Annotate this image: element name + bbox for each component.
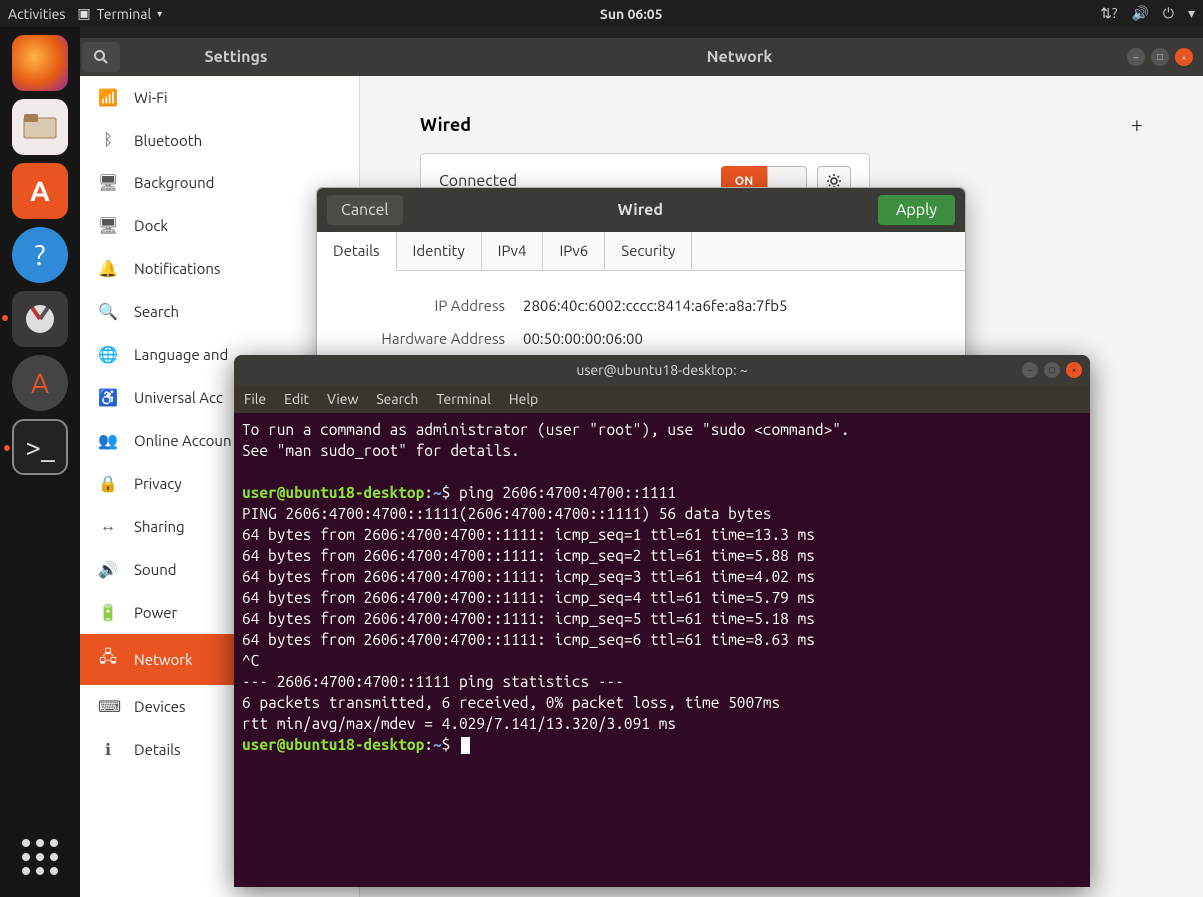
search-icon: 🔍 bbox=[98, 302, 118, 321]
cancel-button[interactable]: Cancel bbox=[327, 195, 403, 225]
wired-dialog-header: Cancel Wired Apply bbox=[317, 188, 965, 232]
notifications-icon: 🔔 bbox=[98, 259, 118, 278]
wi-fi-icon: 📶 bbox=[98, 88, 118, 107]
sidebar-item-label: Background bbox=[134, 174, 214, 191]
menu-view[interactable]: View bbox=[327, 391, 358, 407]
wired-dialog-tabs: DetailsIdentityIPv4IPv6Security bbox=[317, 232, 965, 271]
volume-icon[interactable]: 🔊 bbox=[1131, 5, 1148, 22]
wired-settings-dialog: Cancel Wired Apply DetailsIdentityIPv4IP… bbox=[316, 187, 966, 374]
terminal-cursor bbox=[461, 737, 470, 754]
sidebar-item-label: Privacy bbox=[134, 475, 182, 492]
dock-app-firefox[interactable] bbox=[12, 35, 68, 91]
dock-app-updater[interactable]: A bbox=[12, 355, 68, 411]
dock-app-software[interactable]: A bbox=[12, 163, 68, 219]
online-accoun-icon: 👥 bbox=[98, 431, 118, 450]
sidebar-item-label: Online Accoun bbox=[134, 432, 232, 449]
show-applications-button[interactable] bbox=[20, 837, 60, 877]
detail-row: IP Address 2806:40c:6002:cccc:8414:a6fe:a… bbox=[345, 289, 937, 322]
add-wired-button[interactable]: + bbox=[1131, 112, 1143, 137]
dock-icon: 🖥 bbox=[98, 216, 118, 235]
terminal-window: user@ubuntu18-desktop: ~ – □ × File Edit V… bbox=[234, 355, 1090, 887]
sidebar-item-label: Search bbox=[134, 303, 179, 320]
terminal-icon: ▣ bbox=[77, 5, 90, 22]
wired-section-title: Wired bbox=[420, 115, 471, 135]
language-and-icon: 🌐 bbox=[98, 345, 118, 364]
sidebar-item-label: Network bbox=[134, 651, 193, 668]
sidebar-item-label: Devices bbox=[134, 698, 186, 715]
power-icon[interactable]: ⏻ bbox=[1163, 5, 1174, 22]
app-menu[interactable]: ▣ Terminal ▾ bbox=[77, 5, 162, 22]
clock[interactable]: Sun 06:05 bbox=[162, 6, 1100, 22]
menu-help[interactable]: Help bbox=[509, 391, 538, 407]
sound-icon: 🔊 bbox=[98, 560, 118, 579]
tab-security[interactable]: Security bbox=[605, 232, 692, 270]
terminal-window-title: user@ubuntu18-desktop: ~ bbox=[576, 362, 747, 378]
dock-app-help[interactable]: ? bbox=[12, 227, 68, 283]
sidebar-item-label: Language and bbox=[134, 346, 228, 363]
detail-row: Hardware Address 00:50:00:00:06:00 bbox=[345, 322, 937, 355]
window-minimize-button[interactable]: – bbox=[1127, 48, 1145, 66]
tab-identity[interactable]: Identity bbox=[397, 232, 482, 270]
sidebar-item-wi-fi[interactable]: 📶 Wi-Fi bbox=[80, 76, 359, 119]
menu-file[interactable]: File bbox=[244, 391, 266, 407]
universal-acc-icon: ♿ bbox=[98, 388, 118, 407]
sidebar-item-label: Sound bbox=[134, 561, 177, 578]
terminal-menubar: File Edit View Search Terminal Help bbox=[234, 385, 1090, 413]
power-icon: 🔋 bbox=[98, 603, 118, 622]
tab-details[interactable]: Details bbox=[317, 232, 397, 271]
ubuntu-dock: A ? A >_ bbox=[0, 27, 80, 897]
tab-ipv4[interactable]: IPv4 bbox=[482, 232, 544, 270]
sidebar-item-label: Power bbox=[134, 604, 177, 621]
window-close-button[interactable]: × bbox=[1175, 48, 1193, 66]
terminal-titlebar[interactable]: user@ubuntu18-desktop: ~ – □ × bbox=[234, 355, 1090, 385]
search-icon bbox=[93, 49, 109, 65]
sidebar-item-label: Wi-Fi bbox=[134, 89, 168, 106]
apply-button[interactable]: Apply bbox=[878, 195, 955, 225]
menu-search[interactable]: Search bbox=[376, 391, 418, 407]
sidebar-item-label: Notifications bbox=[134, 260, 220, 277]
settings-titlebar: Settings Network – □ × bbox=[80, 38, 1203, 76]
window-minimize-button[interactable]: – bbox=[1022, 362, 1038, 378]
settings-title-center: Network bbox=[352, 48, 1127, 66]
sharing-icon: ↔ bbox=[98, 517, 118, 536]
window-close-button[interactable]: × bbox=[1066, 362, 1082, 378]
terminal-output[interactable]: To run a command as administrator (user … bbox=[234, 413, 1090, 887]
menu-terminal[interactable]: Terminal bbox=[436, 391, 491, 407]
settings-title-left: Settings bbox=[120, 48, 352, 66]
sidebar-item-label: Universal Acc bbox=[134, 389, 223, 406]
search-button[interactable] bbox=[82, 42, 120, 72]
dock-app-files[interactable] bbox=[12, 99, 68, 155]
dock-app-terminal[interactable]: >_ bbox=[12, 419, 68, 475]
network-icon: 🖧 bbox=[98, 646, 118, 673]
wired-dialog-title: Wired bbox=[618, 201, 663, 219]
dock-app-settings-tools[interactable] bbox=[12, 291, 68, 347]
sidebar-item-label: Sharing bbox=[134, 518, 185, 535]
app-menu-label: Terminal bbox=[97, 6, 152, 22]
privacy-icon: 🔒 bbox=[98, 474, 118, 493]
sidebar-item-bluetooth[interactable]: ᛒ Bluetooth bbox=[80, 119, 359, 161]
detail-value: 2806:40c:6002:cccc:8414:a6fe:a8a:7fb5 bbox=[523, 297, 787, 314]
window-maximize-button[interactable]: □ bbox=[1044, 362, 1060, 378]
sidebar-item-label: Dock bbox=[134, 217, 168, 234]
detail-label: IP Address bbox=[345, 297, 505, 314]
tab-ipv6[interactable]: IPv6 bbox=[543, 232, 605, 270]
bluetooth-icon: ᛒ bbox=[98, 131, 118, 149]
sidebar-item-label: Details bbox=[134, 741, 181, 758]
detail-value: 00:50:00:00:06:00 bbox=[523, 330, 643, 347]
window-maximize-button[interactable]: □ bbox=[1151, 48, 1169, 66]
terminal-icon: >_ bbox=[25, 432, 55, 463]
chevron-down-icon[interactable]: ▾ bbox=[1188, 5, 1195, 22]
menu-edit[interactable]: Edit bbox=[284, 391, 309, 407]
sidebar-item-label: Bluetooth bbox=[134, 132, 202, 149]
devices-icon: ⌨ bbox=[98, 697, 118, 716]
background-icon: 🖥 bbox=[98, 173, 118, 192]
detail-label: Hardware Address bbox=[345, 330, 505, 347]
gnome-topbar: Activities ▣ Terminal ▾ Sun 06:05 ⇅? 🔊 ⏻… bbox=[0, 0, 1203, 27]
activities-button[interactable]: Activities bbox=[8, 6, 65, 22]
network-status-icon[interactable]: ⇅? bbox=[1100, 5, 1117, 22]
details-icon: ℹ bbox=[98, 740, 118, 759]
